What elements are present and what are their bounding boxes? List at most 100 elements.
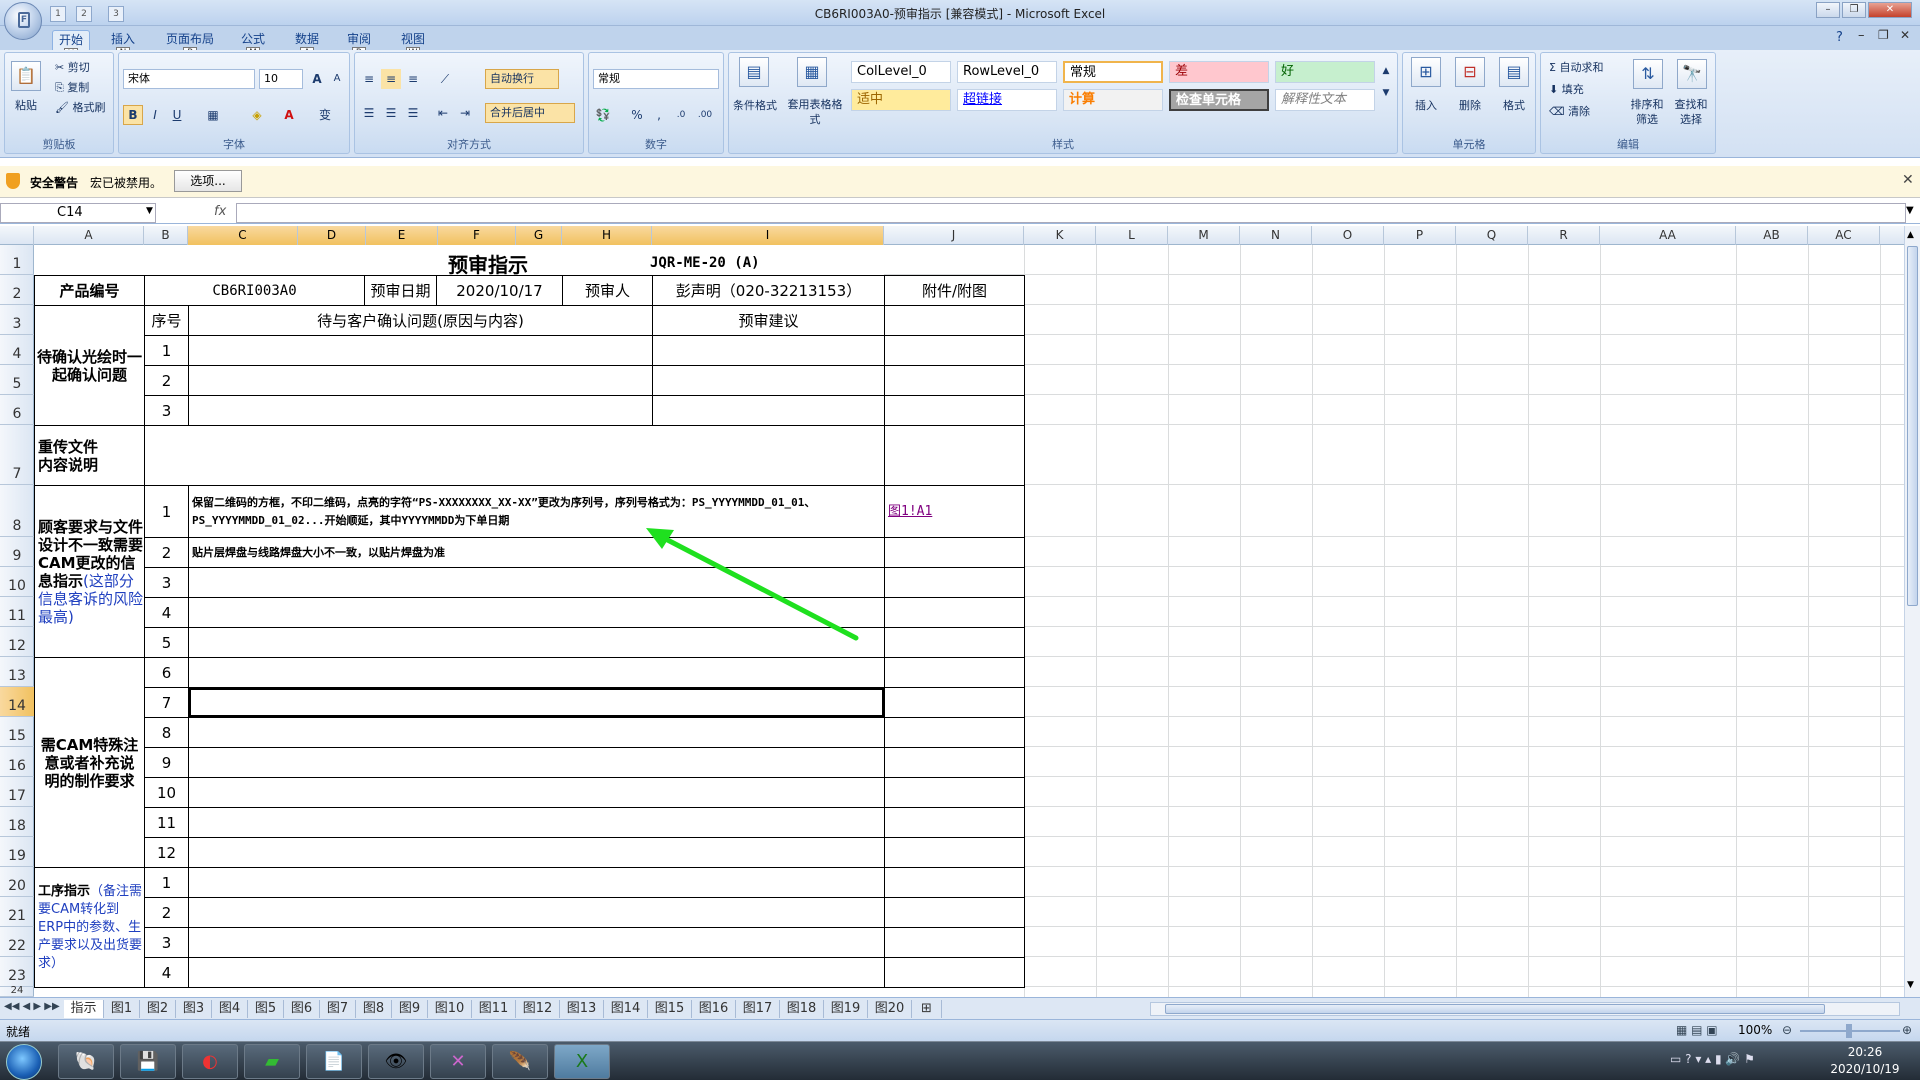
sheet-tab[interactable]: 图9 — [392, 1000, 428, 1018]
sheet-tab[interactable]: 图14 — [604, 1000, 648, 1018]
row-header-cell[interactable]: 12 — [0, 627, 34, 657]
col-header[interactable]: J — [884, 226, 1024, 245]
tab-view[interactable]: 视图W — [394, 30, 432, 60]
row-header-cell[interactable]: 1 — [0, 245, 34, 275]
attachment-cell[interactable] — [884, 747, 1025, 778]
row-header-cell[interactable]: 4 — [0, 335, 34, 365]
tab-data[interactable]: 数据A — [288, 30, 326, 60]
font-size-select[interactable]: 10 — [259, 69, 303, 89]
sheet-tab[interactable]: 图17 — [736, 1000, 780, 1018]
col-header[interactable]: A — [34, 226, 144, 245]
number-format-select[interactable]: 常规 — [593, 69, 719, 89]
view-mode-icons[interactable]: ▦ ▤ ▣ — [1676, 1023, 1718, 1037]
options-button[interactable]: 选项... — [174, 170, 242, 192]
row-header-cell[interactable]: 3 — [0, 305, 34, 335]
sheet-tab[interactable]: 图10 — [428, 1000, 472, 1018]
tab-home[interactable]: 开始H — [52, 30, 90, 61]
style-rowlevel[interactable]: RowLevel_0 — [957, 61, 1057, 83]
col-header[interactable]: AC — [1808, 226, 1880, 245]
clear-button[interactable]: ⌫ 清除 — [1549, 103, 1590, 119]
row-header-cell[interactable]: 10 — [0, 567, 34, 597]
font-name-select[interactable]: 宋体 — [123, 69, 255, 89]
ribbon-restore-icon[interactable]: ❐ — [1878, 28, 1889, 42]
style-calculation[interactable]: 计算 — [1063, 89, 1163, 111]
taskbar-x-icon[interactable]: ✕ — [430, 1044, 486, 1079]
help-icon[interactable]: ? — [1836, 30, 1843, 45]
styles-scroll-up-icon[interactable]: ▲ — [1379, 61, 1393, 81]
zoom-level[interactable]: 100% — [1738, 1023, 1772, 1037]
row-header-cell[interactable]: 5 — [0, 365, 34, 395]
style-explanatory[interactable]: 解释性文本 — [1275, 89, 1375, 111]
office-button[interactable]: F — [4, 2, 42, 40]
sheet-tab[interactable]: 图19 — [824, 1000, 868, 1018]
ribbon-minimize-icon[interactable]: – — [1858, 28, 1865, 43]
row-header-cell[interactable]: 23 — [0, 957, 34, 987]
row-header-cell[interactable]: 6 — [0, 395, 34, 425]
bold-button[interactable]: B — [123, 105, 143, 125]
row-header-cell[interactable]: 19 — [0, 837, 34, 867]
sheet-tab-active[interactable]: 指示 — [64, 1000, 104, 1018]
col-header[interactable]: N — [1240, 226, 1312, 245]
col-header[interactable]: H — [562, 226, 652, 245]
sheet-tab[interactable]: 图4 — [212, 1000, 248, 1018]
format-cells-icon[interactable]: ▤ — [1499, 57, 1529, 87]
tab-page-layout[interactable]: 页面布局P — [160, 30, 220, 60]
sheet-tab[interactable]: 图18 — [780, 1000, 824, 1018]
row-header-cell[interactable]: 21 — [0, 897, 34, 927]
taskbar-excel-icon[interactable]: X — [554, 1044, 610, 1079]
styles-scroll-down-icon[interactable]: ▼ — [1379, 83, 1393, 103]
style-neutral[interactable]: 适中 — [851, 89, 951, 111]
accounting-icon[interactable]: 💱 — [593, 105, 613, 125]
worksheet-grid[interactable]: 预审指示 JQR-ME-20 (A) 产品编号 CB6RI003A0 预审日期 … — [34, 245, 1904, 997]
taskbar-feather-icon[interactable]: 🪶 — [492, 1044, 548, 1079]
tab-review[interactable]: 审阅R — [340, 30, 378, 60]
percent-button[interactable]: % — [627, 105, 647, 125]
col-header[interactable]: G — [516, 226, 562, 245]
sheet-tab[interactable]: 图16 — [692, 1000, 736, 1018]
row-header-cell[interactable]: 17 — [0, 777, 34, 807]
name-box-dropdown-icon[interactable]: ▼ — [146, 206, 153, 216]
paste-button[interactable]: 粘贴 — [15, 97, 37, 113]
content-cell[interactable] — [188, 837, 885, 868]
font-color-button[interactable]: A — [279, 105, 299, 125]
scroll-thumb[interactable] — [1907, 246, 1918, 606]
name-box[interactable]: C14 — [0, 203, 156, 223]
start-button[interactable] — [6, 1044, 42, 1080]
cut-button[interactable]: ✂ 剪切 — [55, 59, 90, 75]
sheet-tab[interactable]: 图13 — [560, 1000, 604, 1018]
orientation-icon[interactable]: ⟋ — [435, 69, 455, 89]
merge-center-button[interactable]: 合并后居中 — [485, 103, 575, 123]
insert-cells-icon[interactable]: ⊞ — [1411, 57, 1441, 87]
style-hyperlink[interactable]: 超链接 — [957, 89, 1057, 111]
row-header-cell[interactable]: 9 — [0, 537, 34, 567]
sheet-tab[interactable]: 图11 — [472, 1000, 516, 1018]
h-scroll-thumb[interactable] — [1165, 1004, 1825, 1014]
find-select-icon[interactable]: 🔭 — [1677, 59, 1707, 89]
qat-button-1[interactable]: 1 — [50, 6, 66, 22]
decrease-indent-icon[interactable]: ⇤ — [433, 103, 453, 123]
shrink-font-button[interactable]: A — [327, 69, 347, 89]
sheet-tab[interactable]: 图15 — [648, 1000, 692, 1018]
decrease-decimal-button[interactable]: .00 — [695, 105, 715, 125]
tab-insert[interactable]: 插入N — [104, 30, 142, 60]
content-cell[interactable] — [188, 897, 885, 928]
taskbar-app-icon[interactable]: 🐚 — [58, 1044, 114, 1079]
scroll-up-icon[interactable]: ▲ — [1907, 230, 1914, 240]
col-header[interactable]: P — [1384, 226, 1456, 245]
sort-filter-icon[interactable]: ⇅ — [1633, 59, 1663, 89]
sheet-tab[interactable]: 图20 — [868, 1000, 912, 1018]
attachment-cell[interactable] — [884, 837, 1025, 868]
row-header-cell[interactable]: 8 — [0, 485, 34, 537]
row-header-cell[interactable]: 2 — [0, 275, 34, 305]
col-header[interactable]: L — [1096, 226, 1168, 245]
col-header[interactable]: E — [366, 226, 438, 245]
zoom-slider-thumb[interactable] — [1846, 1024, 1852, 1038]
formula-input[interactable] — [236, 203, 1906, 223]
row-header-cell[interactable]: 18 — [0, 807, 34, 837]
sheet-tab[interactable]: 图7 — [320, 1000, 356, 1018]
phonetic-button[interactable]: 变 — [315, 105, 335, 125]
attachment-cell[interactable] — [884, 777, 1025, 808]
col-header[interactable]: Q — [1456, 226, 1528, 245]
col-header[interactable]: B — [144, 226, 188, 245]
conditional-format-icon[interactable]: ▤ — [739, 57, 769, 87]
